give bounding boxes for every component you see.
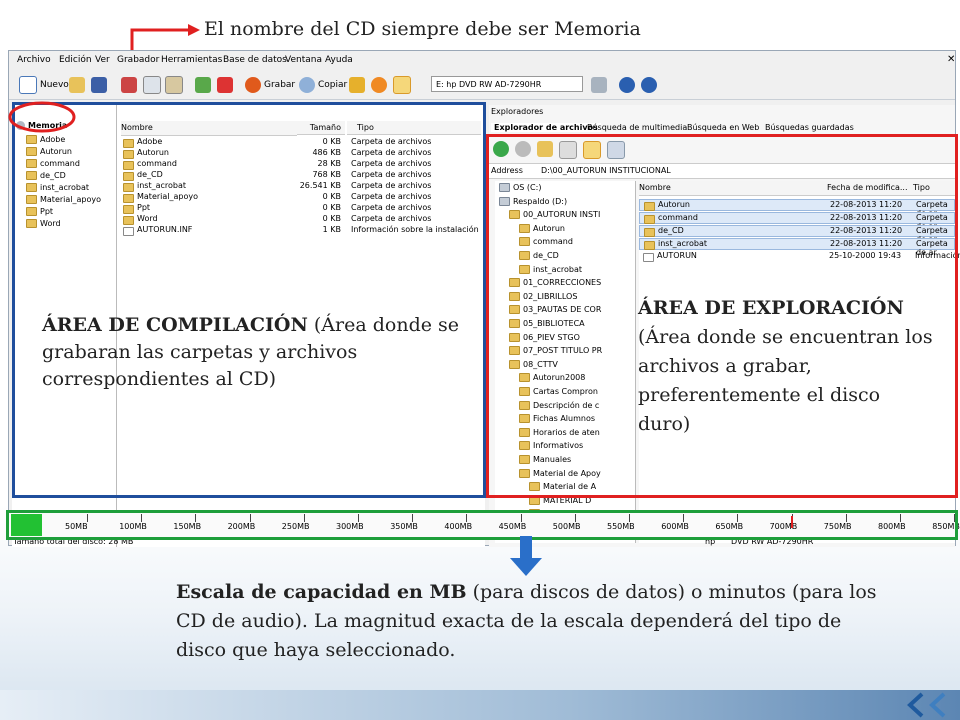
close-icon[interactable]: ✕ [947, 54, 955, 65]
annotation-exploration-desc: (Área donde se encuentran los archivos a… [638, 326, 933, 435]
floppy-save-icon [91, 77, 107, 93]
copy-button[interactable] [143, 75, 161, 95]
tab-web-search[interactable]: Búsqueda en Web [687, 123, 759, 132]
annotation-capacity-scale: Escala de capacidad en MB (para discos d… [176, 578, 888, 665]
copy-disc-icon [299, 77, 315, 93]
paste-icon [165, 76, 183, 94]
wizard-button[interactable] [349, 75, 365, 95]
slide-footer-decoration [0, 690, 960, 720]
disc-icon [371, 77, 387, 93]
chevron-left-icon [929, 692, 946, 718]
menu-grabador[interactable]: Grabador [117, 55, 159, 65]
annotation-exploration-title: ÁREA DE EXPLORACIÓN [638, 297, 904, 319]
folder-icon [393, 76, 411, 94]
drive-icon [591, 77, 607, 93]
explorer-title: Exploradores [491, 107, 544, 116]
annotation-exploration-area: ÁREA DE EXPLORACIÓN (Área donde se encue… [638, 294, 938, 439]
new-document-icon [19, 76, 37, 94]
caption-cd-name: El nombre del CD siempre debe ser Memori… [204, 18, 641, 40]
browse-button[interactable] [393, 75, 411, 95]
memoria-highlight-ellipse [8, 101, 76, 133]
menu-ver[interactable]: Ver [95, 55, 110, 65]
capacity-scale-box [6, 510, 958, 540]
cut-button[interactable] [121, 75, 137, 95]
erase-icon [217, 77, 233, 93]
paste-button[interactable] [165, 75, 183, 95]
media-button[interactable] [371, 75, 387, 95]
arrow-down-icon [510, 536, 542, 576]
info-icon [619, 77, 635, 93]
tab-file-explorer[interactable]: Explorador de archivos [491, 123, 601, 132]
burn-button[interactable]: Grabar [245, 75, 295, 95]
annotation-compilation-area: ÁREA DE COMPILACIÓN (Área donde se graba… [42, 312, 472, 393]
folder-open-icon [69, 77, 85, 93]
burn-disc-icon [245, 77, 261, 93]
open-button[interactable] [69, 75, 85, 95]
info-button[interactable] [619, 75, 635, 95]
main-toolbar: Nuevo Grabar Copiar E: hp DVD RW AD-7290… [9, 71, 955, 100]
menu-ayuda[interactable]: Ayuda [325, 55, 353, 65]
menu-edicion[interactable]: Edición [59, 55, 92, 65]
edit-button[interactable] [195, 75, 211, 95]
drive-props-button[interactable] [591, 75, 607, 95]
menu-archivo[interactable]: Archivo [17, 55, 51, 65]
save-button[interactable] [91, 75, 107, 95]
scissors-icon [121, 77, 137, 93]
tab-saved-searches[interactable]: Búsquedas guardadas [765, 123, 854, 132]
menu-herramientas[interactable]: Herramientas [161, 55, 222, 65]
tab-media-search[interactable]: Búsqueda de multimedia [587, 123, 687, 132]
new-button[interactable]: Nuevo [19, 75, 69, 95]
erase-button[interactable] [217, 75, 233, 95]
menu-ventana[interactable]: Ventana [285, 55, 322, 65]
menu-base-de-datos[interactable]: Base de datos [223, 55, 287, 65]
compilation-area-box [12, 102, 486, 498]
drive-select[interactable]: E: hp DVD RW AD-7290HR [431, 76, 583, 92]
copy-disc-button[interactable]: Copiar [299, 75, 347, 95]
annotation-capacity-title: Escala de capacidad en MB [176, 581, 467, 603]
menu-bar: Archivo Edición Ver Grabador Herramienta… [9, 51, 955, 71]
help-button[interactable] [641, 75, 657, 95]
wand-icon [349, 77, 365, 93]
edit-icon [195, 77, 211, 93]
annotation-compilation-title: ÁREA DE COMPILACIÓN [42, 314, 308, 336]
copy-icon [143, 76, 161, 94]
help-icon [641, 77, 657, 93]
